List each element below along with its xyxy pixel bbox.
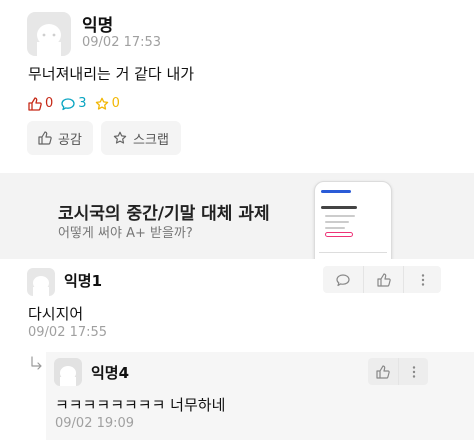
comment-actions [323,266,441,293]
star-icon [95,97,108,110]
phone-line [325,215,355,217]
post: 익명 09/02 17:53 무너져내리는 거 같다 내가 0 3 0 공감 스… [0,0,474,170]
scrap-button-label: 스크랩 [133,132,169,148]
reply-button[interactable] [323,266,363,293]
post-author-name: 익명 [82,16,114,36]
comment-author-avatar [54,358,82,386]
speech-bubble-icon [336,273,350,286]
scrap-count-value: 0 [111,96,120,111]
ad-banner[interactable]: 코시국의 중간/기말 대체 과제 어떻게 써야 A+ 받을까? [0,173,474,259]
comment-body: ㅋㅋㅋㅋㅋㅋㅋㅋ 너무하네 [55,396,226,414]
thumbs-up-icon [376,272,391,287]
comment-timestamp: 09/02 17:55 [28,325,108,340]
post-counts: 0 3 0 [28,96,128,111]
comment-more-button[interactable] [398,358,428,385]
ad-subtitle: 어떻게 써야 A+ 받을까? [58,226,193,241]
like-button[interactable]: 공감 [27,121,93,155]
thumbs-up-icon [28,96,42,111]
post-author-avatar [27,12,71,56]
comment-count: 3 [61,96,87,111]
more-vertical-icon [421,273,424,286]
comment-more-button[interactable] [403,266,441,293]
phone-line [325,227,345,229]
comment: 익명1 다시지어 09/02 17:55 [0,262,474,352]
reply-comment: 익명4 ㅋㅋㅋㅋㅋㅋㅋㅋ 너무하네 09/02 19:09 [46,352,474,440]
thumbs-up-icon [376,364,390,379]
post-timestamp: 09/02 17:53 [82,35,162,50]
phone-tabs-divider [319,252,387,253]
comment-body: 다시지어 [28,305,84,323]
comment-like-button[interactable] [363,266,403,293]
ad-phone-illustration [314,181,392,259]
star-icon [113,131,127,144]
comment-author-name: 익명4 [91,364,130,382]
reply-arrow-icon [31,356,42,370]
like-button-label: 공감 [58,132,82,148]
phone-title-bar [321,206,357,209]
comment-count-value: 3 [78,96,87,111]
post-body: 무너져내리는 거 같다 내가 [28,65,195,83]
scrap-count: 0 [95,96,120,111]
phone-line [325,221,349,223]
comment-actions [368,358,428,385]
scrap-button[interactable]: 스크랩 [101,121,181,155]
default-avatar-icon [33,276,49,296]
comment-author-name: 익명1 [64,272,103,290]
ad-title: 코시국의 중간/기말 대체 과제 [58,204,270,224]
default-avatar-icon [60,366,76,386]
phone-tag [325,232,353,237]
phone-header-bar [321,190,351,193]
more-vertical-icon [412,365,415,378]
comment-timestamp: 09/02 19:09 [55,416,135,431]
comment-author-avatar [27,268,55,296]
default-avatar-icon [37,24,61,56]
like-count: 0 [28,96,53,111]
speech-bubble-icon [61,97,75,110]
like-count-value: 0 [45,96,54,111]
comment-like-button[interactable] [368,358,398,385]
thumbs-up-icon [38,131,52,145]
